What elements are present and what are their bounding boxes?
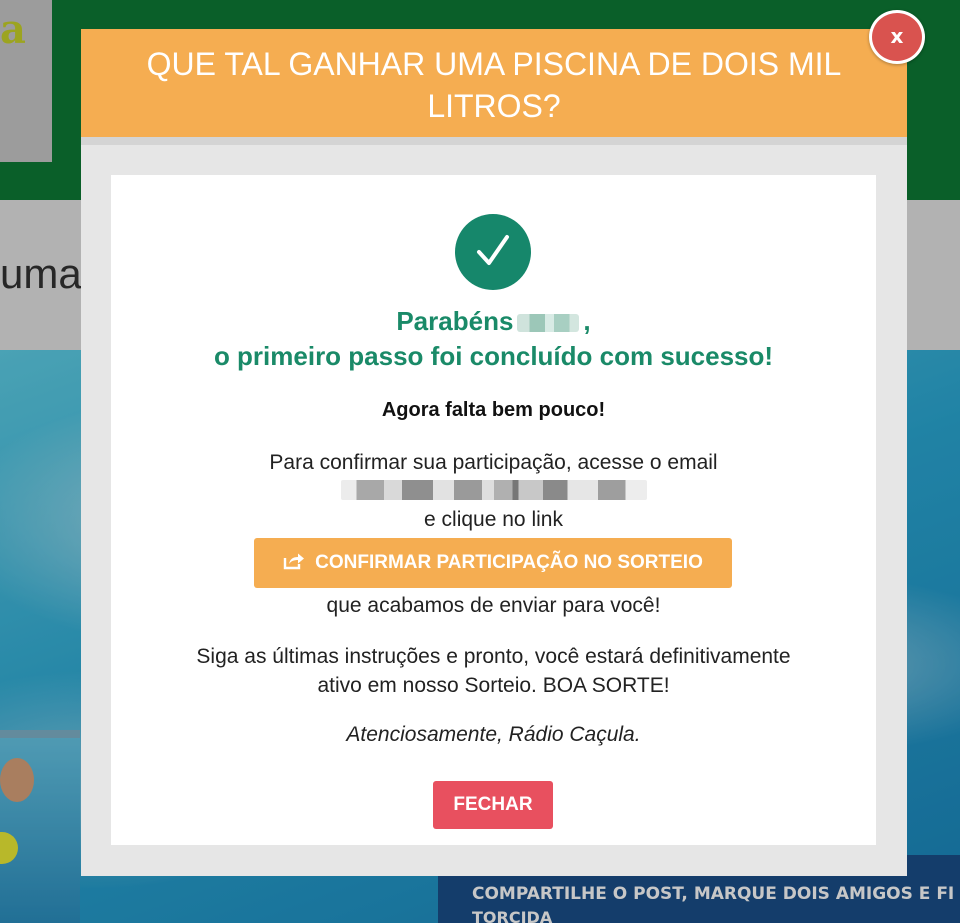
confirm-instruction-text: Para confirmar sua participação, acesse … bbox=[269, 451, 718, 474]
signature-text: Atenciosamente, Rádio Caçula. bbox=[346, 723, 641, 746]
congrats-prefix: Parabéns bbox=[396, 306, 514, 336]
fechar-button[interactable]: FECHAR bbox=[433, 781, 553, 829]
congrats-suffix: , bbox=[583, 306, 591, 336]
confirmation-card: Parabéns, o primeiro passo foi concluído… bbox=[111, 175, 876, 845]
almost-there-text: Agora falta bem pouco! bbox=[381, 399, 606, 421]
success-badge bbox=[455, 214, 531, 290]
confirm-participation-button[interactable]: CONFIRMAR PARTICIPAÇÃO NO SORTEIO bbox=[254, 538, 732, 588]
modal-header-divider bbox=[81, 137, 907, 145]
redacted-email bbox=[340, 480, 647, 500]
check-icon bbox=[477, 235, 509, 265]
just-sent-text: que acabamos de enviar para você! bbox=[326, 594, 661, 617]
email-line bbox=[111, 480, 876, 507]
click-link-text: e clique no link bbox=[424, 508, 563, 531]
final-instructions-line-1: Siga as últimas instruções e pronto, voc… bbox=[196, 645, 791, 668]
modal-title: QUE TAL GANHAR UMA PISCINA DE DOIS MIL L… bbox=[81, 29, 907, 137]
modal-close-button[interactable]: x bbox=[869, 10, 925, 64]
congrats-subheading: o primeiro passo foi concluído com suces… bbox=[213, 341, 774, 371]
final-instructions-line-2: ativo em nosso Sorteio. BOA SORTE! bbox=[317, 674, 670, 697]
share-external-icon bbox=[283, 553, 305, 570]
congrats-heading: Parabéns, bbox=[111, 306, 876, 337]
redacted-user-name bbox=[517, 314, 580, 332]
confirm-participation-label: CONFIRMAR PARTICIPAÇÃO NO SORTEIO bbox=[315, 552, 703, 573]
